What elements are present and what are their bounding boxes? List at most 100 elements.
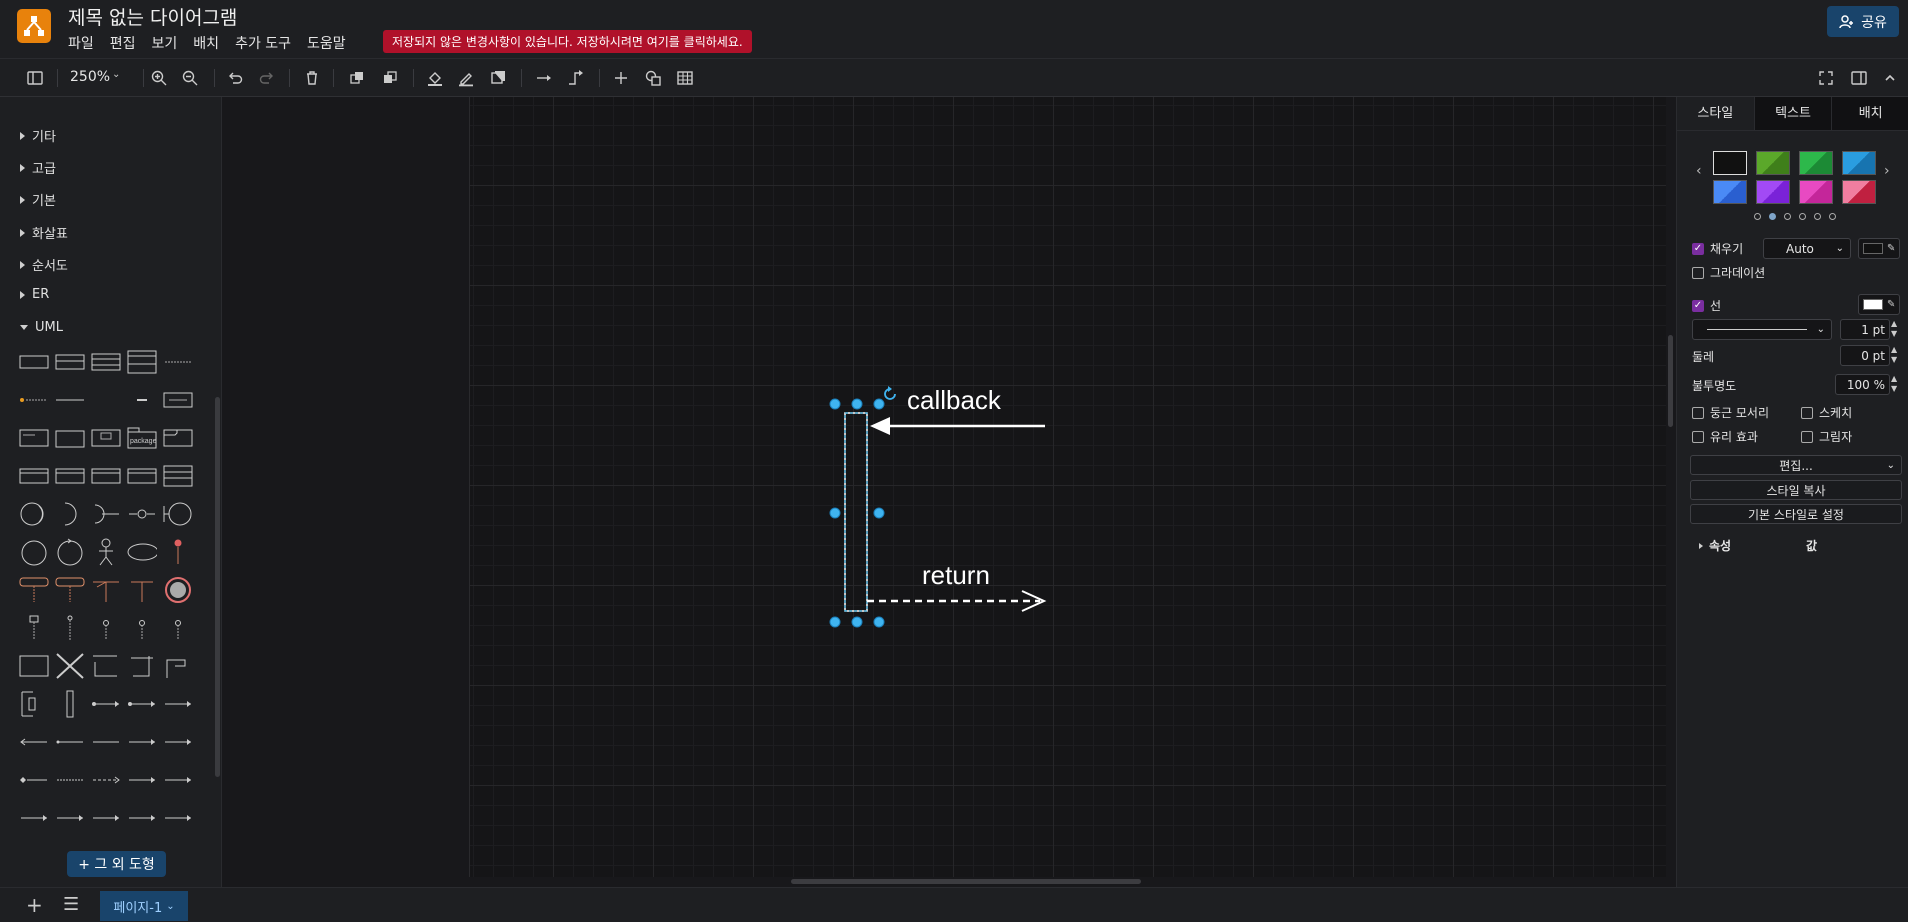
uml-class-shape[interactable] [127,461,157,491]
sketch-checkbox[interactable] [1801,406,1813,419]
style-swatch[interactable] [1799,151,1833,175]
property-header[interactable]: 속성 [1699,537,1731,554]
style-swatch[interactable] [1756,151,1790,175]
uml-text-shape[interactable] [163,347,193,377]
uml-lifeline-shape[interactable] [55,575,85,605]
uml-class-shape[interactable] [91,347,121,377]
uml-class-shape[interactable] [163,461,193,491]
uml-composition-shape[interactable] [55,803,85,833]
stepper-icon[interactable]: ▲ ▼ [1891,345,1897,365]
zoom-dropdown-icon[interactable]: ⌄ [112,69,120,80]
uml-lifeline-shape[interactable] [127,575,157,605]
uml-class-shape[interactable] [19,461,49,491]
uml-callback-shape[interactable] [127,651,157,681]
set-default-style-button[interactable]: 기본 스타일로 설정 [1690,504,1902,524]
copy-style-button[interactable]: 스타일 복사 [1690,480,1902,500]
uml-lifeline-shape[interactable] [91,575,121,605]
category-arrows[interactable]: 화살표 [20,223,68,242]
style-swatch[interactable] [1756,180,1790,204]
uml-title-shape[interactable] [127,385,157,415]
uml-component-shape[interactable] [55,423,85,453]
uml-entity-object-shape[interactable] [19,537,49,567]
uml-class-shape[interactable] [91,461,121,491]
uml-association-shape[interactable] [55,727,85,757]
swatch-page-dot[interactable] [1799,213,1806,220]
category-misc[interactable]: 기타 [20,126,56,145]
stepper-icon[interactable]: ▲ ▼ [1891,374,1897,394]
uml-composition-shape[interactable] [19,803,49,833]
swatch-page-dot[interactable] [1814,213,1821,220]
fill-color-picker[interactable]: ✎ [1858,238,1900,259]
category-uml[interactable]: UML [20,320,63,335]
drawio-logo-icon[interactable] [17,9,51,43]
uml-actor-shape[interactable] [91,537,121,567]
connection-icon[interactable] [533,67,555,89]
uml-dependency-shape[interactable] [55,765,85,795]
canvas-horizontal-scrollbar[interactable] [791,879,1141,884]
line-width-input[interactable]: 1 pt [1840,319,1890,340]
uml-frame-shape[interactable] [163,423,193,453]
more-shapes-button[interactable]: + 그 외 도형 [67,851,166,877]
shadow-checkbox[interactable] [1801,430,1813,443]
uml-lifeline-shape[interactable] [91,613,121,643]
style-swatch[interactable] [1713,151,1747,175]
menu-arrange[interactable]: 배치 [187,31,225,53]
line-color-icon[interactable] [455,67,477,89]
pages-menu-icon[interactable]: ☰ [63,894,79,915]
menu-extras[interactable]: 추가 도구 [229,31,297,53]
line-pattern-select[interactable]: ⌄ [1692,319,1832,340]
style-swatch[interactable] [1799,180,1833,204]
uml-frame-shape[interactable] [19,651,49,681]
chevron-left-icon[interactable]: ‹ [1696,163,1702,179]
delete-icon[interactable] [301,67,323,89]
tab-text[interactable]: 텍스트 [1753,97,1832,131]
uml-interface-shape[interactable] [19,423,49,453]
fill-checkbox[interactable] [1692,242,1704,255]
uml-destroy-shape[interactable] [55,651,85,681]
menu-file[interactable]: 파일 [62,31,100,53]
to-front-icon[interactable] [346,67,368,89]
gradient-checkbox[interactable] [1692,266,1704,279]
line-checkbox[interactable] [1692,299,1704,312]
shadow-icon[interactable] [487,67,509,89]
perimeter-input[interactable]: 0 pt [1840,345,1890,366]
uml-composition-shape[interactable] [127,803,157,833]
uml-class-shape[interactable] [55,461,85,491]
shapes-icon[interactable] [642,67,664,89]
uml-line-shape[interactable] [55,385,85,415]
menu-view[interactable]: 보기 [146,31,184,53]
uml-association-shape[interactable] [163,727,193,757]
uml-start-state-shape[interactable] [163,537,193,567]
uml-activation-shape[interactable] [55,689,85,719]
style-swatch[interactable] [1842,180,1876,204]
uml-module-shape[interactable] [91,423,121,453]
uml-lollipop-shape[interactable] [127,499,157,529]
style-swatch[interactable] [1842,151,1876,175]
unsaved-changes-notice[interactable]: 저장되지 않은 변경사항이 있습니다. 저장하시려면 여기를 클릭하세요. [383,30,752,53]
uml-self-call-shape[interactable] [91,651,121,681]
to-back-icon[interactable] [379,67,401,89]
fill-select[interactable]: Auto ⌄ [1763,238,1851,259]
sidebar-scrollbar[interactable] [215,397,220,777]
diagram-canvas[interactable]: callback return [222,97,1676,887]
glass-checkbox[interactable] [1692,430,1704,443]
uml-class-shape[interactable] [127,347,157,377]
tab-arrange[interactable]: 배치 [1831,97,1908,131]
uml-message-shape[interactable] [127,689,157,719]
swatch-page-dot[interactable] [1769,213,1776,220]
category-flowchart[interactable]: 순서도 [20,255,68,274]
uml-lifeline-shape[interactable] [163,613,193,643]
style-swatch[interactable] [1713,180,1747,204]
tab-style[interactable]: 스타일 [1677,97,1754,131]
uml-activation-shape[interactable] [19,613,49,643]
uml-self-message-shape[interactable] [163,651,193,681]
collapse-icon[interactable] [1879,67,1901,89]
uml-boundary-shape[interactable] [163,499,193,529]
insert-icon[interactable] [610,67,632,89]
zoom-out-icon[interactable] [179,67,201,89]
uml-aggregation-shape[interactable] [19,765,49,795]
category-basic[interactable]: 기본 [20,190,56,209]
swatch-page-dot[interactable] [1754,213,1761,220]
add-page-icon[interactable]: + [26,893,43,917]
edit-style-button[interactable]: 편집... ⌄ [1690,455,1902,475]
